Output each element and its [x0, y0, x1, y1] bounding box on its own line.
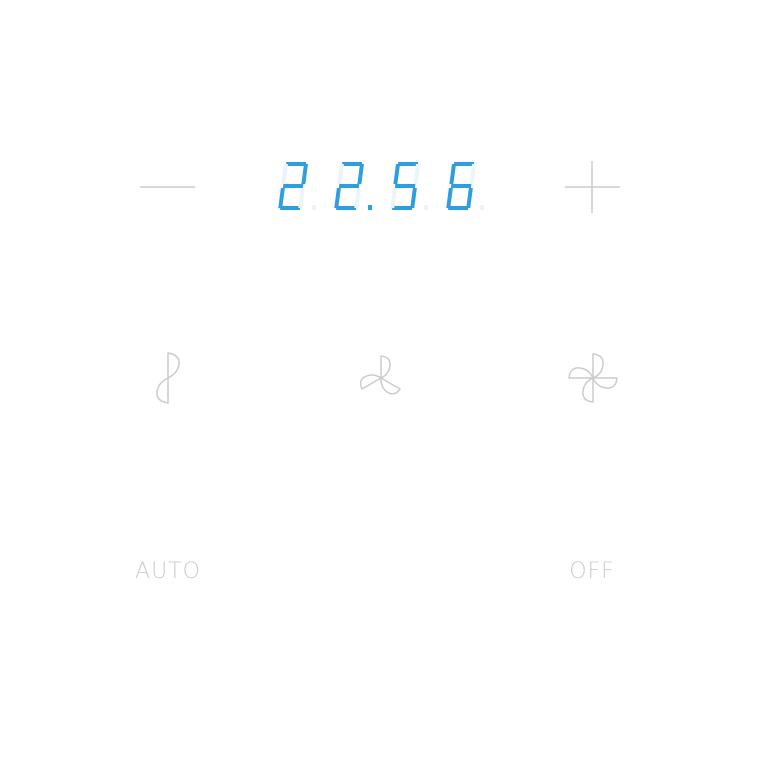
- seven-segment-readout: [278, 162, 484, 210]
- decrease-temperature-button[interactable]: [127, 157, 207, 217]
- fan-high-icon: [568, 353, 618, 403]
- off-mode-button[interactable]: OFF: [532, 556, 652, 588]
- fan-speed-high-button[interactable]: [553, 340, 633, 420]
- fan-speed-low-button[interactable]: [128, 340, 208, 420]
- fan-speed-medium-button[interactable]: [341, 340, 421, 420]
- auto-mode-button[interactable]: AUTO: [108, 556, 228, 588]
- increase-temperature-button[interactable]: [552, 157, 632, 217]
- fan-medium-icon: [359, 355, 401, 395]
- fan-low-icon: [156, 352, 180, 404]
- plus-icon: [565, 161, 620, 213]
- temperature-display: [270, 154, 490, 218]
- minus-icon: [140, 186, 195, 188]
